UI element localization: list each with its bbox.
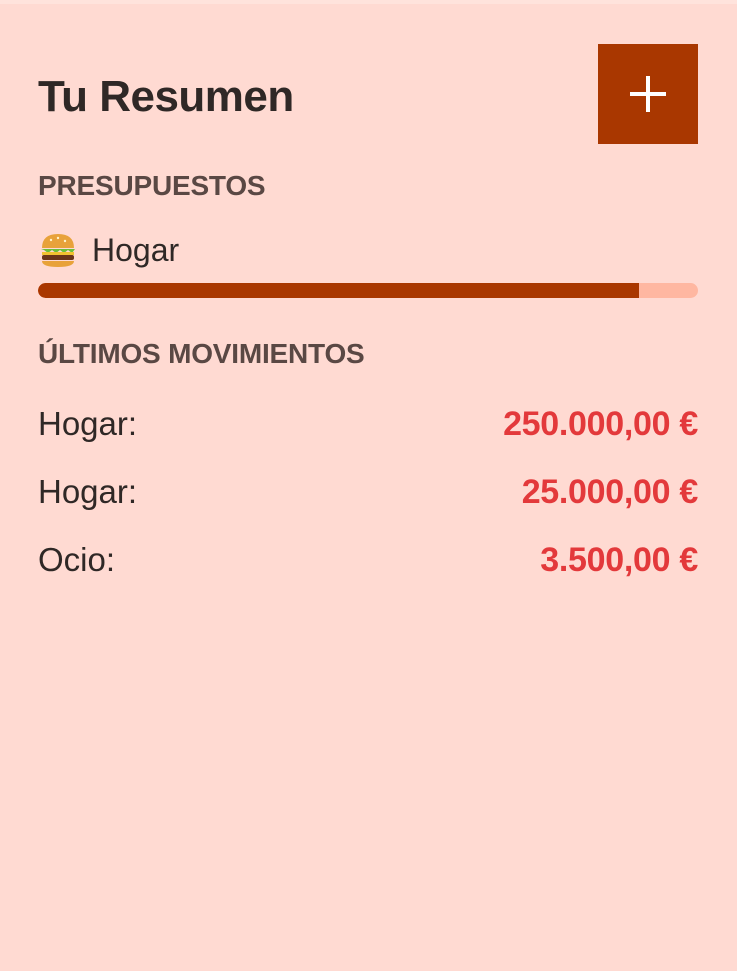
movement-amount: 250.000,00 € bbox=[503, 404, 698, 443]
plus-icon bbox=[630, 76, 666, 112]
budget-progress-bar bbox=[38, 283, 698, 298]
movement-row[interactable]: Hogar: 250.000,00 € bbox=[38, 390, 698, 458]
summary-header: Tu Resumen bbox=[38, 0, 698, 170]
movement-label: Hogar: bbox=[38, 473, 138, 510]
budget-progress-fill bbox=[38, 283, 639, 298]
movements-list: Hogar: 250.000,00 € Hogar: 25.000,00 € O… bbox=[38, 390, 698, 594]
movement-label: Ocio: bbox=[38, 541, 116, 578]
add-button[interactable] bbox=[598, 44, 698, 144]
budget-item[interactable]: Hogar bbox=[38, 228, 179, 272]
movement-label: Hogar: bbox=[38, 405, 138, 442]
budgets-section-title: PRESUPUESTOS bbox=[38, 170, 266, 201]
movement-row[interactable]: Hogar: 25.000,00 € bbox=[38, 458, 698, 526]
budget-item-label: Hogar bbox=[92, 231, 180, 268]
movement-amount: 3.500,00 € bbox=[540, 540, 698, 579]
page-title: Tu Resumen bbox=[38, 72, 294, 121]
summary-panel: Tu Resumen PRESUPUESTOS Hogar ÚLTIMOS MO… bbox=[38, 0, 698, 579]
hamburger-icon bbox=[41, 234, 75, 267]
movement-amount: 25.000,00 € bbox=[521, 472, 699, 511]
movement-row[interactable]: Ocio: 3.500,00 € bbox=[38, 526, 698, 594]
movements-section-title: ÚLTIMOS MOVIMIENTOS bbox=[38, 338, 365, 369]
